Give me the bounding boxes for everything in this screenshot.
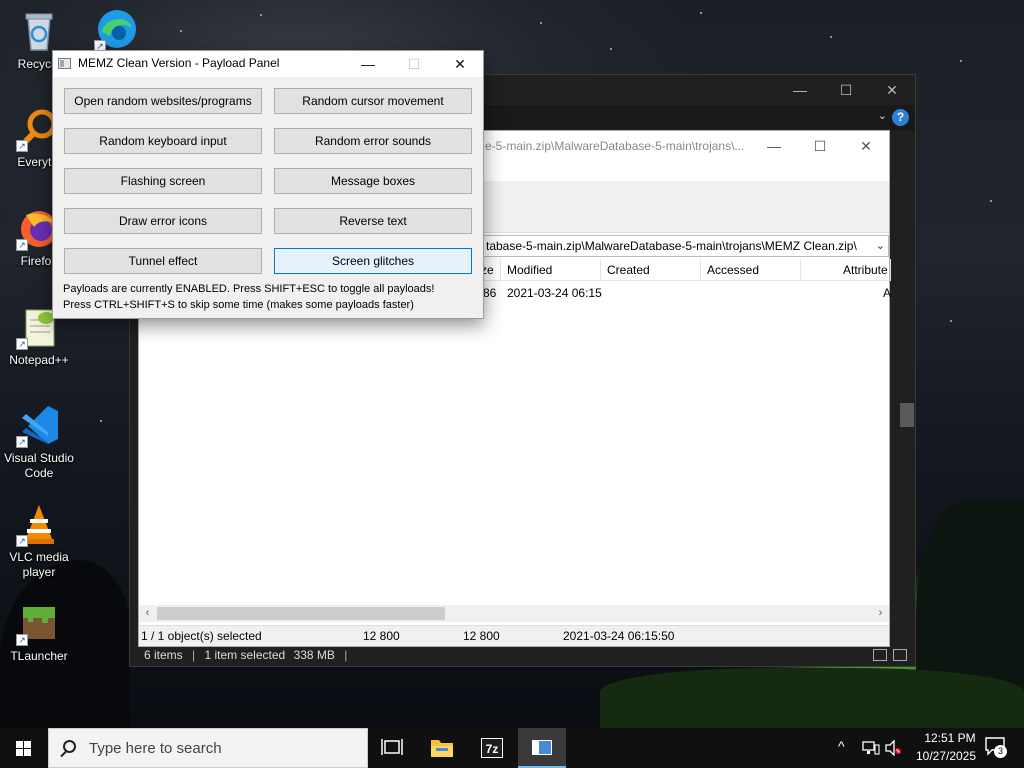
minimize-button[interactable]: — bbox=[777, 75, 823, 105]
status-separator: | bbox=[344, 648, 348, 662]
edge-browser-icon: ↗ bbox=[94, 6, 140, 52]
clock-time[interactable]: 12:51 PM bbox=[914, 731, 986, 745]
memz-window-controls: — ☐ ✕ bbox=[345, 51, 483, 77]
desktop-icon-label: VLC media player bbox=[9, 550, 69, 579]
status-size: 338 MB bbox=[293, 648, 335, 662]
scroll-right-icon[interactable]: › bbox=[872, 605, 889, 622]
notification-count-badge: 3 bbox=[994, 745, 1007, 758]
explorer-scrollbar-thumb[interactable] bbox=[900, 403, 914, 427]
explorer-window-controls: — ☐ ✕ bbox=[777, 75, 915, 105]
recycle-bin-icon bbox=[16, 8, 62, 54]
desktop-icon-vscode[interactable]: ↗ Visual Studio Code bbox=[0, 402, 78, 481]
desktop-icon-tlauncher[interactable]: ↗ TLauncher bbox=[0, 600, 78, 664]
large-icons-view-icon[interactable] bbox=[893, 649, 907, 661]
svg-text:7z: 7z bbox=[486, 742, 499, 756]
status-separator: | bbox=[192, 648, 196, 662]
cell-modified: 2021-03-24 06:15 bbox=[507, 286, 602, 300]
address-path: tabase-5-main.zip\MalwareDatabase-5-main… bbox=[486, 239, 857, 253]
tlauncher-icon: ↗ bbox=[16, 600, 62, 646]
taskbar: Type here to search 7z ^ 12:51 PM 10/27/… bbox=[0, 728, 1024, 768]
cell-size: 86 bbox=[483, 286, 497, 300]
shortcut-arrow-icon: ↗ bbox=[16, 140, 28, 152]
desktop-icon-label: TLauncher bbox=[10, 649, 68, 663]
taskbar-7zip-button[interactable]: 7z bbox=[468, 728, 516, 768]
status-selection: 1 / 1 object(s) selected bbox=[141, 629, 262, 643]
task-view-button[interactable] bbox=[368, 728, 416, 768]
minimize-button[interactable]: — bbox=[345, 51, 391, 77]
payload-message-boxes-button[interactable]: Message boxes bbox=[274, 168, 472, 194]
payload-draw-error-icons-button[interactable]: Draw error icons bbox=[64, 208, 262, 234]
skip-time-note: Press CTRL+SHIFT+S to skip some time (ma… bbox=[63, 299, 414, 311]
column-header-attributes[interactable]: Attribute bbox=[801, 259, 891, 281]
memz-app-icon bbox=[532, 740, 552, 755]
status-selected: 1 item selected bbox=[204, 648, 286, 662]
desktop-icon-label: Visual Studio Code bbox=[4, 451, 74, 480]
search-icon bbox=[63, 740, 76, 753]
shortcut-arrow-icon: ↗ bbox=[16, 535, 28, 547]
payload-cursor-movement-button[interactable]: Random cursor movement bbox=[274, 88, 472, 114]
column-header-created[interactable]: Created bbox=[601, 259, 701, 281]
start-button[interactable] bbox=[0, 728, 48, 768]
volume-muted-icon[interactable] bbox=[884, 740, 902, 756]
memz-titlebar[interactable]: MEMZ Clean Version - Payload Panel — ☐ ✕ bbox=[53, 51, 483, 77]
taskbar-file-explorer-button[interactable] bbox=[418, 728, 466, 768]
maximize-button: ☐ bbox=[407, 56, 421, 72]
search-placeholder: Type here to search bbox=[89, 740, 222, 757]
status-modified: 2021-03-24 06:15:50 bbox=[563, 629, 675, 643]
payload-keyboard-input-button[interactable]: Random keyboard input bbox=[64, 128, 262, 154]
sevenzip-window-title: e-5-main.zip\MalwareDatabase-5-main\troj… bbox=[485, 139, 745, 153]
details-view-icon[interactable] bbox=[873, 649, 887, 661]
ribbon-expand-chevron-icon[interactable]: ⌄ bbox=[878, 109, 887, 122]
payload-status-note: Payloads are currently ENABLED. Press SH… bbox=[63, 283, 435, 295]
desktop-icon-label: Notepad++ bbox=[9, 353, 69, 367]
close-button[interactable]: ✕ bbox=[869, 75, 915, 105]
payload-reverse-text-button[interactable]: Reverse text bbox=[274, 208, 472, 234]
status-size: 12 800 bbox=[363, 629, 400, 643]
status-packed-size: 12 800 bbox=[463, 629, 500, 643]
horizontal-scrollbar-thumb[interactable] bbox=[157, 607, 445, 620]
desktop-icon-edge[interactable]: ↗ bbox=[78, 6, 156, 55]
shortcut-arrow-icon: ↗ bbox=[16, 634, 28, 646]
taskbar-memz-button[interactable] bbox=[518, 728, 566, 768]
payload-tunnel-effect-button[interactable]: Tunnel effect bbox=[64, 248, 262, 274]
sevenzip-status-bar: 1 / 1 object(s) selected 12 800 12 800 2… bbox=[139, 625, 889, 646]
horizontal-scrollbar[interactable]: ‹ › bbox=[139, 605, 889, 622]
help-icon[interactable]: ? bbox=[892, 109, 909, 126]
taskbar-search-box[interactable]: Type here to search bbox=[48, 728, 368, 768]
vscode-icon: ↗ bbox=[16, 402, 62, 448]
minimize-button[interactable]: — bbox=[751, 131, 797, 161]
maximize-button[interactable]: ☐ bbox=[823, 75, 869, 105]
vlc-icon: ↗ bbox=[16, 501, 62, 547]
cell-attributes: A bbox=[883, 286, 892, 300]
memz-window-title: MEMZ Clean Version - Payload Panel bbox=[78, 56, 280, 70]
task-view-icon bbox=[381, 739, 403, 755]
payload-screen-glitches-button[interactable]: Screen glitches bbox=[274, 248, 472, 274]
close-button[interactable]: ✕ bbox=[437, 51, 483, 77]
close-button[interactable]: ✕ bbox=[843, 131, 889, 161]
sevenzip-window-controls: — ☐ ✕ bbox=[751, 131, 889, 161]
file-explorer-icon bbox=[431, 740, 453, 757]
explorer-status-bar: 6 items | 1 item selected 338 MB | bbox=[130, 644, 915, 666]
payload-flashing-screen-button[interactable]: Flashing screen bbox=[64, 168, 262, 194]
chevron-down-icon[interactable]: ⌄ bbox=[876, 236, 885, 256]
shortcut-arrow-icon: ↗ bbox=[16, 239, 28, 251]
app-window-icon bbox=[58, 58, 71, 69]
column-header-modified[interactable]: Modified bbox=[501, 259, 601, 281]
desktop-icon-vlc[interactable]: ↗ VLC media player bbox=[0, 501, 78, 580]
shortcut-arrow-icon: ↗ bbox=[16, 338, 28, 350]
scroll-left-icon[interactable]: ‹ bbox=[139, 605, 156, 622]
show-hidden-icons-chevron-icon[interactable]: ^ bbox=[838, 738, 845, 754]
shortcut-arrow-icon: ↗ bbox=[16, 436, 28, 448]
network-icon[interactable] bbox=[862, 740, 880, 756]
payload-open-websites-button[interactable]: Open random websites/programs bbox=[64, 88, 262, 114]
maximize-button[interactable]: ☐ bbox=[797, 131, 843, 161]
7zip-icon: 7z bbox=[481, 738, 503, 758]
view-toggle-group bbox=[873, 649, 907, 661]
payload-error-sounds-button[interactable]: Random error sounds bbox=[274, 128, 472, 154]
status-item-count: 6 items bbox=[144, 648, 183, 662]
notification-center-button[interactable]: 3 bbox=[982, 736, 1012, 760]
clock-date[interactable]: 10/27/2025 bbox=[908, 749, 984, 763]
column-header-accessed[interactable]: Accessed bbox=[701, 259, 801, 281]
memz-payload-panel[interactable]: MEMZ Clean Version - Payload Panel — ☐ ✕… bbox=[52, 50, 484, 319]
